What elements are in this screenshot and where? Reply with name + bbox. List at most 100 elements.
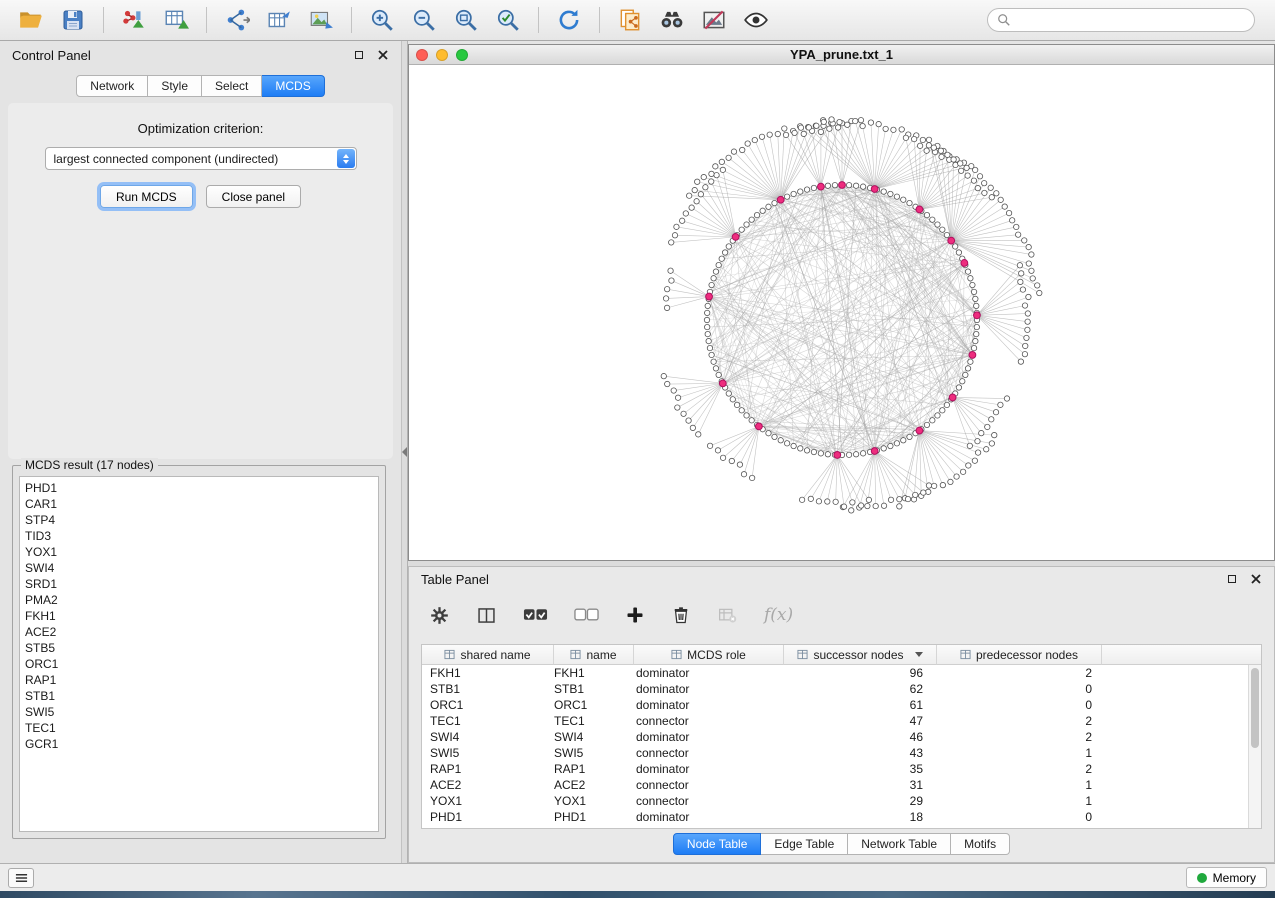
status-menu-button[interactable] bbox=[8, 868, 34, 888]
column-header-successor-nodes[interactable]: successor nodes bbox=[784, 645, 937, 665]
mcds-result-item[interactable]: SWI5 bbox=[25, 704, 373, 720]
float-icon bbox=[1228, 575, 1236, 583]
mcds-tab-content: Optimization criterion: largest connecte… bbox=[8, 103, 393, 459]
tab-network[interactable]: Network bbox=[76, 75, 148, 97]
close-table-panel-button[interactable] bbox=[1250, 573, 1262, 585]
close-traffic-light[interactable] bbox=[416, 49, 428, 61]
mcds-result-item[interactable]: TID3 bbox=[25, 528, 373, 544]
mcds-result-item[interactable]: TEC1 bbox=[25, 720, 373, 736]
network-canvas[interactable] bbox=[409, 65, 1274, 560]
table-row[interactable]: SWI4 SWI4 dominator 46 2 bbox=[422, 729, 1261, 745]
mcds-result-list[interactable]: PHD1CAR1STP4TID3YOX1SWI4SRD1PMA2FKH1ACE2… bbox=[19, 476, 379, 832]
float-panel-button[interactable] bbox=[353, 49, 365, 61]
criterion-dropdown[interactable]: largest connected component (undirected) bbox=[45, 147, 357, 170]
delete-column-button[interactable] bbox=[671, 605, 691, 625]
export-network-button[interactable] bbox=[216, 3, 258, 37]
show-columns-button[interactable] bbox=[476, 605, 497, 626]
export-image-icon bbox=[308, 7, 334, 33]
tab-node-table[interactable]: Node Table bbox=[673, 833, 762, 855]
table-settings-button[interactable] bbox=[429, 605, 450, 626]
export-table-button[interactable] bbox=[258, 3, 300, 37]
graphics-details-button[interactable] bbox=[693, 3, 735, 37]
column-header-predecessor-nodes[interactable]: predecessor nodes bbox=[937, 645, 1102, 665]
mcds-result-item[interactable]: CAR1 bbox=[25, 496, 373, 512]
mcds-result-item[interactable]: RAP1 bbox=[25, 672, 373, 688]
cell-shared-name: ORC1 bbox=[422, 697, 554, 713]
vertical-splitter[interactable] bbox=[401, 41, 408, 863]
search-field[interactable] bbox=[987, 8, 1255, 32]
close-panel-action-button[interactable]: Close panel bbox=[206, 185, 301, 208]
select-all-button[interactable] bbox=[523, 606, 548, 624]
import-table-button[interactable] bbox=[155, 3, 197, 37]
zoom-selected-button[interactable] bbox=[487, 3, 529, 37]
splitter-collapse-icon[interactable] bbox=[402, 447, 407, 457]
table-row[interactable]: FKH1 FKH1 dominator 96 2 bbox=[422, 665, 1261, 681]
table-row[interactable]: YOX1 YOX1 connector 29 1 bbox=[422, 793, 1261, 809]
zoom-fit-button[interactable] bbox=[445, 3, 487, 37]
cell-predecessor-nodes: 1 bbox=[937, 745, 1102, 761]
column-header-name[interactable]: name bbox=[554, 645, 634, 665]
mcds-result-item[interactable]: PMA2 bbox=[25, 592, 373, 608]
network-window-title: YPA_prune.txt_1 bbox=[409, 47, 1274, 62]
mcds-result-item[interactable]: FKH1 bbox=[25, 608, 373, 624]
mcds-result-item[interactable]: ORC1 bbox=[25, 656, 373, 672]
float-table-panel-button[interactable] bbox=[1226, 573, 1238, 585]
table-panel-header: Table Panel bbox=[409, 567, 1274, 591]
table-row[interactable]: SWI5 SWI5 connector 43 1 bbox=[422, 745, 1261, 761]
show-hide-button[interactable] bbox=[735, 3, 777, 37]
minimize-traffic-light[interactable] bbox=[436, 49, 448, 61]
network-window-titlebar[interactable]: YPA_prune.txt_1 bbox=[409, 45, 1274, 65]
refresh-layout-button[interactable] bbox=[548, 3, 590, 37]
mcds-result-item[interactable]: ACE2 bbox=[25, 624, 373, 640]
column-header-shared-name[interactable]: shared name bbox=[422, 645, 554, 665]
cell-name: YOX1 bbox=[554, 793, 634, 809]
export-image-button[interactable] bbox=[300, 3, 342, 37]
mcds-result-item[interactable]: GCR1 bbox=[25, 736, 373, 752]
tab-edge-table[interactable]: Edge Table bbox=[761, 833, 848, 855]
tab-motifs[interactable]: Motifs bbox=[951, 833, 1010, 855]
columns-icon bbox=[476, 605, 497, 626]
table-row[interactable]: RAP1 RAP1 dominator 35 2 bbox=[422, 761, 1261, 777]
cell-mcds-role: connector bbox=[634, 793, 784, 809]
search-input[interactable] bbox=[1017, 13, 1245, 27]
table-row[interactable]: ORC1 ORC1 dominator 61 0 bbox=[422, 697, 1261, 713]
add-column-button[interactable] bbox=[625, 605, 645, 625]
control-panel-tabs: Network Style Select MCDS bbox=[0, 75, 401, 97]
column-header-mcds-role[interactable]: MCDS role bbox=[634, 645, 784, 665]
mcds-result-item[interactable]: STP4 bbox=[25, 512, 373, 528]
tab-mcds[interactable]: MCDS bbox=[262, 75, 324, 97]
mcds-result-item[interactable]: SWI4 bbox=[25, 560, 373, 576]
mcds-result-item[interactable]: PHD1 bbox=[25, 480, 373, 496]
copy-network-button[interactable] bbox=[609, 3, 651, 37]
table-scrollbar[interactable] bbox=[1248, 665, 1261, 828]
tab-select[interactable]: Select bbox=[202, 75, 262, 97]
run-mcds-button[interactable]: Run MCDS bbox=[100, 185, 193, 208]
table-row[interactable]: PHD1 PHD1 dominator 18 0 bbox=[422, 809, 1261, 825]
tab-network-table[interactable]: Network Table bbox=[848, 833, 951, 855]
table-row[interactable]: TEC1 TEC1 connector 47 2 bbox=[422, 713, 1261, 729]
zoom-out-button[interactable] bbox=[403, 3, 445, 37]
mcds-result-item[interactable]: STB5 bbox=[25, 640, 373, 656]
save-button[interactable] bbox=[52, 3, 94, 37]
import-network-button[interactable] bbox=[113, 3, 155, 37]
table-row[interactable]: ACE2 ACE2 connector 31 1 bbox=[422, 777, 1261, 793]
mcds-result-item[interactable]: SRD1 bbox=[25, 576, 373, 592]
tab-style[interactable]: Style bbox=[148, 75, 202, 97]
search-network-button[interactable] bbox=[651, 3, 693, 37]
close-panel-button[interactable] bbox=[377, 49, 389, 61]
memory-button[interactable]: Memory bbox=[1186, 867, 1267, 888]
open-file-button[interactable] bbox=[10, 3, 52, 37]
cell-predecessor-nodes: 2 bbox=[937, 729, 1102, 745]
mcds-result-item[interactable]: YOX1 bbox=[25, 544, 373, 560]
zoom-in-button[interactable] bbox=[361, 3, 403, 37]
table-row[interactable]: STB1 STB1 dominator 62 0 bbox=[422, 681, 1261, 697]
cell-predecessor-nodes: 0 bbox=[937, 809, 1102, 825]
maximize-traffic-light[interactable] bbox=[456, 49, 468, 61]
deselect-all-button[interactable] bbox=[574, 606, 599, 624]
mcds-result-item[interactable]: STB1 bbox=[25, 688, 373, 704]
cell-shared-name: ACE2 bbox=[422, 777, 554, 793]
copy-network-icon bbox=[617, 7, 643, 33]
import-table-icon bbox=[163, 7, 189, 33]
scrollbar-thumb[interactable] bbox=[1251, 668, 1259, 748]
cell-name: ORC1 bbox=[554, 697, 634, 713]
